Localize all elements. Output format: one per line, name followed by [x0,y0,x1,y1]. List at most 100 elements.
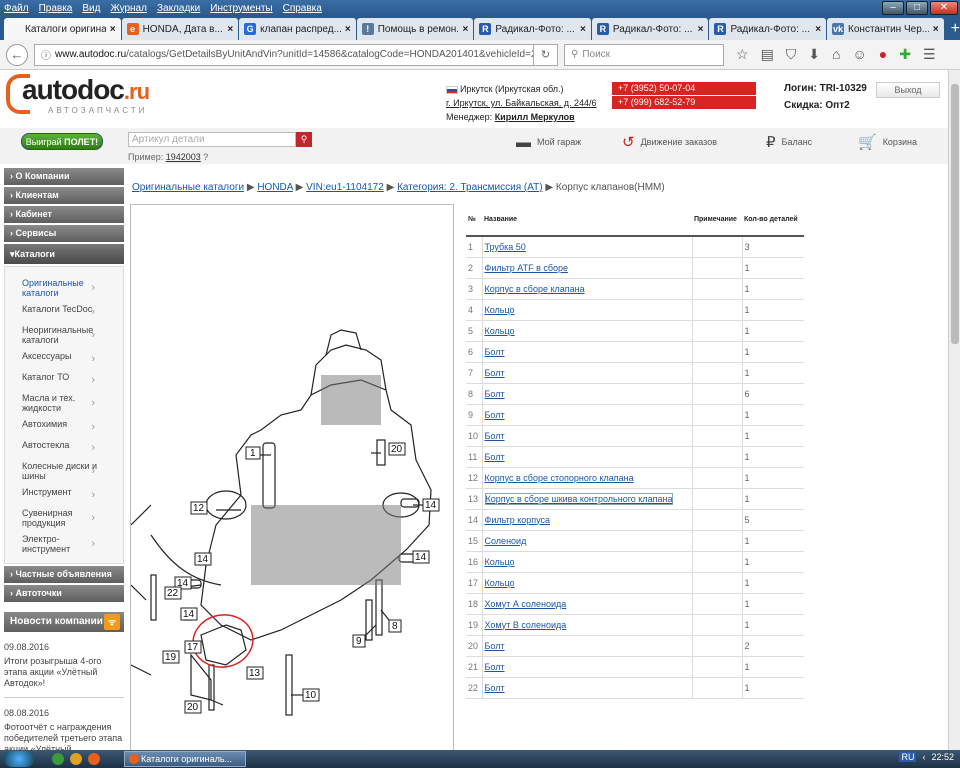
browser-tab[interactable]: ! Помощь в ремон... × [356,18,474,40]
new-tab-button[interactable]: + [951,18,960,40]
taskbar-firefox-window[interactable]: Каталоги оригиналь... [124,751,246,767]
sidebar-item[interactable]: Сувенирная продукция › [5,505,123,531]
sidebar-section[interactable]: › Клиентам [4,187,124,204]
breadcrumb-link[interactable]: VIN:eu1-1104172 [306,182,384,193]
menu-icon[interactable]: ☰ [923,46,936,63]
part-name-link[interactable]: Болт [482,383,692,405]
news-link[interactable]: Итоги розыгрыша 4-ого этапа акции «Улётн… [4,656,124,689]
part-name-link[interactable]: Болт [482,656,692,678]
help-icon[interactable]: ? [203,152,208,162]
tray-expand-icon[interactable]: ‹ [922,752,925,762]
sidebar-item[interactable]: Каталог ТО › [5,369,123,390]
minimize-button[interactable]: – [882,1,904,15]
page-scrollbar[interactable] [948,70,960,750]
menu-bookmarks[interactable]: Закладки [157,3,200,14]
sidebar-section[interactable]: › Частные объявления [4,566,124,583]
store-address[interactable]: г. Иркутск, ул. Байкальская, д. 244/6 [446,96,597,110]
reader-icon[interactable]: ▤ [761,46,774,63]
sidebar-item[interactable]: Оригинальные каталоги › [5,275,123,301]
browser-tab[interactable]: R Радикал-Фото: ... × [474,18,591,40]
menu-file[interactable]: Файл [4,3,29,14]
chat-icon[interactable]: ☺ [853,46,867,63]
menu-tools[interactable]: Инструменты [210,3,272,14]
sidebar-section-catalogs[interactable]: ▾Каталоги [4,244,124,264]
part-name-link[interactable]: Фильтр ATF в сборе [482,257,692,279]
adblock-icon[interactable]: ● [879,46,887,63]
back-button[interactable]: ← [6,43,28,66]
example-value[interactable]: 1942003 [166,152,201,162]
menu-history[interactable]: Журнал [110,3,147,14]
part-name-link[interactable]: Фильтр корпуса [482,509,692,531]
sidebar-section[interactable]: › Кабинет [4,206,124,223]
part-name-link[interactable]: Соленоид [482,530,692,552]
pocket-icon[interactable]: ⛉ [786,46,797,63]
reload-button[interactable]: ↻ [534,43,558,66]
phone-1[interactable]: +7 (3952) 50-07-04 [612,82,756,95]
bookmark-star-icon[interactable]: ☆ [736,46,749,63]
part-name-link[interactable]: Болт [482,341,692,363]
manager-name[interactable]: Кирилл Меркулов [495,112,575,122]
sidebar-item[interactable]: Колесные диски и шины › [5,458,123,484]
news-link[interactable]: Фотоотчёт с награждения победителей трет… [4,722,124,750]
article-search-button[interactable]: ⚲ [296,132,312,147]
part-name-link[interactable]: Кольцо [482,299,692,321]
city-select[interactable]: Иркутск (Иркутская обл.) [460,84,564,94]
sidebar-item[interactable]: Автохимия › [5,416,123,437]
my-garage-link[interactable]: ▬ Мой гараж [516,131,581,153]
article-search-input[interactable]: Артикул детали [128,132,296,147]
tab-close-icon[interactable]: × [580,24,586,35]
part-name-link[interactable]: Кольцо [482,572,692,594]
part-name-link[interactable]: Корпус в сборе стопорного клапана [482,467,692,489]
browser-tab[interactable]: e HONDA, Дата в... × [121,18,239,40]
browser-tab[interactable]: R Радикал-Фото: ... × [709,18,827,40]
part-name-link[interactable]: Кольцо [482,551,692,573]
breadcrumb-link[interactable]: Оригинальные каталоги [132,182,244,193]
rss-icon[interactable]: ᯤ [104,614,120,630]
tab-close-icon[interactable]: × [345,24,351,35]
browser-search-input[interactable]: ⚲ Поиск [564,43,724,66]
part-name-link[interactable]: Трубка 50 [482,236,692,258]
sidebar-item[interactable]: Каталоги TecDoc › [5,301,123,322]
chrome-icon[interactable] [70,753,82,765]
part-name-link[interactable]: Болт [482,635,692,657]
parts-diagram[interactable]: 1 20 12 14 14 14 14 22 14 19 17 13 9 8 1… [130,204,454,750]
download-icon[interactable]: ⬇ [808,46,820,63]
url-bar[interactable]: ⓘ www.autodoc.ru/catalogs/GetDetailsByUn… [34,43,534,66]
browser-tab[interactable]: Gклапан распред... × [239,18,356,40]
part-name-link[interactable]: Хомут В соленоида [482,614,692,636]
part-name-link[interactable]: Корпус в сборе шкива контрольного клапан… [482,488,692,510]
sidebar-item[interactable]: Неоригинальные каталоги › [5,322,123,348]
sidebar-section[interactable]: › Сервисы [4,225,124,242]
language-indicator[interactable]: RU [899,752,917,762]
menu-edit[interactable]: Правка [39,3,73,14]
breadcrumb-link[interactable]: HONDA [257,182,293,193]
sidebar-item[interactable]: Аксессуары › [5,348,123,369]
win-flight-button[interactable]: Выиграй ПОЛЕТ! [21,133,103,150]
part-name-link[interactable]: Болт [482,677,692,699]
start-button[interactable] [4,751,34,767]
sidebar-item[interactable]: Масла и тех. жидкости › [5,390,123,416]
maximize-button[interactable]: □ [906,1,928,15]
part-name-link[interactable]: Кольцо [482,320,692,342]
tab-close-icon[interactable]: × [227,24,233,35]
part-name-link[interactable]: Болт [482,425,692,447]
sidebar-section[interactable]: › О Компании [4,168,124,185]
part-name-link[interactable]: Болт [482,362,692,384]
orders-link[interactable]: ↺ Движение заказов [622,131,717,153]
menu-help[interactable]: Справка [283,3,322,14]
home-icon[interactable]: ⌂ [832,46,840,63]
phone-2[interactable]: +7 (999) 682-52-79 [612,96,756,109]
menu-view[interactable]: Вид [82,3,100,14]
logout-button[interactable]: Выход [876,82,940,98]
autodoc-logo[interactable]: autodoc.ru АВТОЗАПЧАСТИ [6,74,168,115]
tab-close-icon[interactable]: × [933,24,939,35]
extension-icon[interactable]: ✚ [899,46,911,63]
part-name-link[interactable]: Хомут А соленоида [482,593,692,615]
sidebar-item[interactable]: Автостекла › [5,437,123,458]
scrollbar-thumb[interactable] [951,84,959,344]
part-name-link[interactable]: Болт [482,446,692,468]
sidebar-item[interactable]: Инструмент › [5,484,123,505]
tab-close-icon[interactable]: × [110,24,116,35]
info-icon[interactable]: ⓘ [41,47,51,62]
browser-tab[interactable]: R Радикал-Фото: ... × [591,18,709,40]
